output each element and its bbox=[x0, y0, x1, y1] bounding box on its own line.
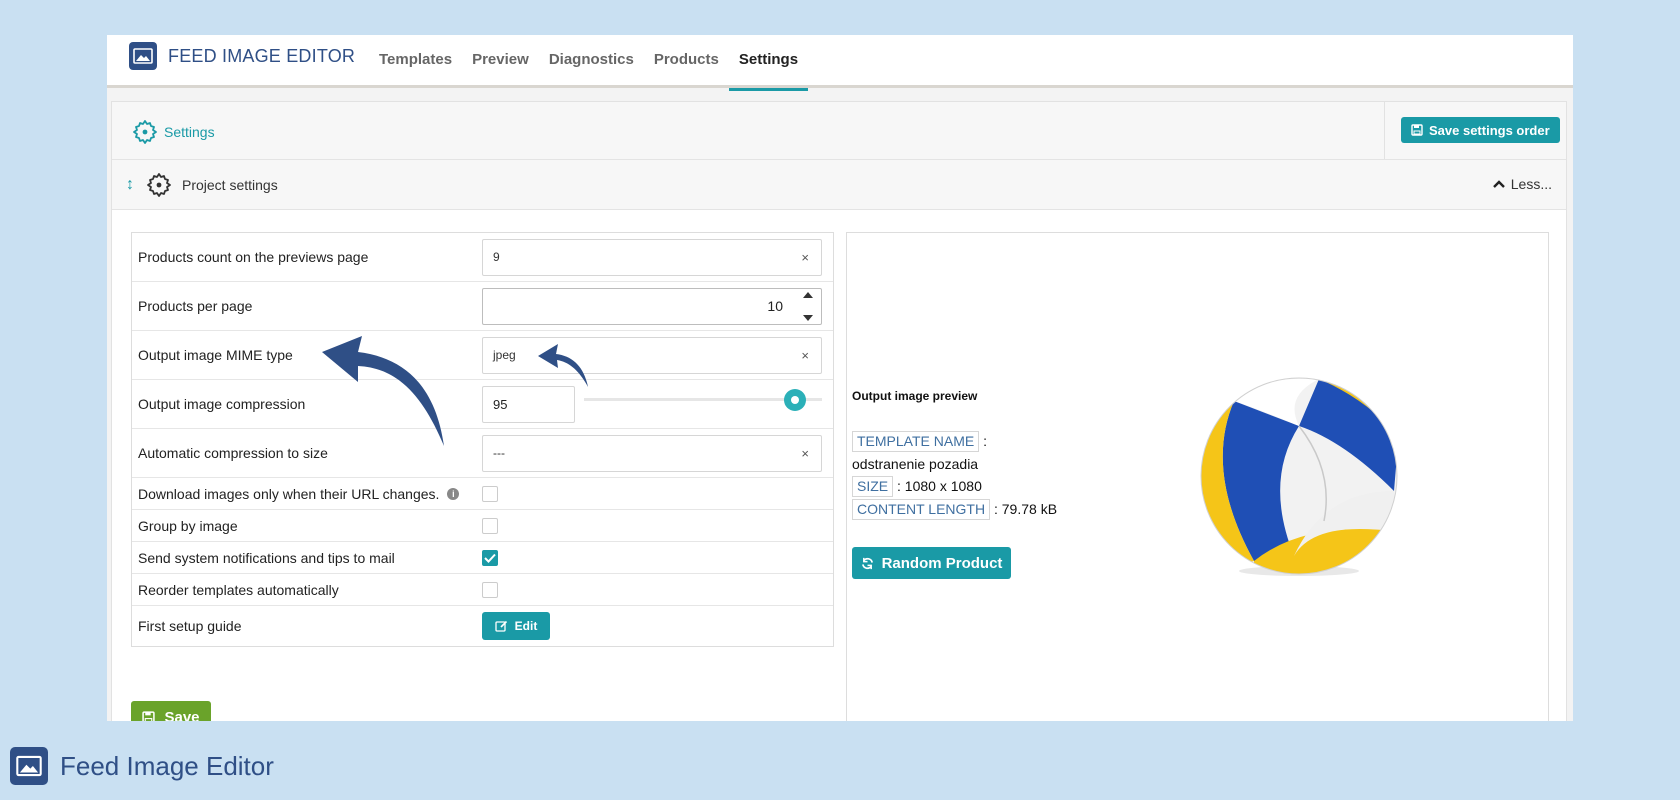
output-preview-panel: Output image preview TEMPLATE NAME : ods… bbox=[846, 232, 1549, 721]
preview-title: Output image preview bbox=[852, 389, 978, 403]
form-label: Reorder templates automatically bbox=[138, 581, 339, 598]
save-button[interactable]: Save bbox=[131, 701, 211, 721]
save-button-label: Save bbox=[164, 708, 200, 722]
download-on-url-change-checkbox[interactable] bbox=[482, 485, 498, 502]
main-nav: Templates Preview Diagnostics Products S… bbox=[369, 35, 809, 91]
compression-slider-thumb[interactable] bbox=[784, 389, 806, 411]
template-name-tag: TEMPLATE NAME bbox=[852, 431, 980, 452]
settings-panel: Settings Save settings order ↕ Project s… bbox=[111, 101, 1567, 721]
select-value: jpeg bbox=[493, 348, 516, 362]
tab-diagnostics[interactable]: Diagnostics bbox=[539, 35, 644, 88]
settings-title: Settings bbox=[132, 119, 215, 145]
check-icon bbox=[484, 553, 496, 563]
top-bar: FEED IMAGE EDITOR Templates Preview Diag… bbox=[107, 35, 1573, 91]
collapse-toggle[interactable]: Less... bbox=[1492, 176, 1552, 192]
form-label: Group by image bbox=[138, 517, 238, 534]
project-settings-title: Project settings bbox=[182, 177, 278, 193]
drag-handle-icon[interactable]: ↕ bbox=[126, 176, 134, 194]
form-row: Output image compression 95 bbox=[132, 380, 833, 429]
size-tag: SIZE bbox=[852, 476, 894, 497]
form-row: Output image MIME type jpeg × bbox=[132, 331, 833, 380]
save-icon bbox=[1411, 124, 1423, 136]
refresh-icon bbox=[861, 557, 873, 569]
random-product-button[interactable]: Random Product bbox=[852, 547, 1011, 579]
edit-icon bbox=[495, 620, 507, 632]
random-product-label: Random Product bbox=[881, 554, 1003, 572]
clear-icon[interactable]: × bbox=[801, 446, 809, 461]
group-by-image-checkbox[interactable] bbox=[482, 517, 498, 534]
settings-title-text: Settings bbox=[164, 124, 215, 140]
tab-settings[interactable]: Settings bbox=[728, 35, 809, 91]
footer-brand: Feed Image Editor bbox=[10, 747, 274, 785]
preview-info: TEMPLATE NAME : odstranenie pozadia SIZE… bbox=[852, 430, 1062, 521]
form-label: Download images only when their URL chan… bbox=[132, 486, 482, 502]
image-icon bbox=[10, 747, 48, 785]
size-value: : 1080 x 1080 bbox=[897, 478, 982, 494]
collapse-toggle-label: Less... bbox=[1510, 176, 1552, 192]
template-name-value: odstranenie pozadia bbox=[852, 456, 979, 472]
save-settings-order-button[interactable]: Save settings order bbox=[1401, 117, 1560, 143]
form-label: First setup guide bbox=[138, 618, 242, 634]
save-icon bbox=[142, 710, 156, 721]
products-per-page-stepper[interactable]: 10 bbox=[482, 287, 822, 325]
tab-preview[interactable]: Preview bbox=[462, 35, 539, 88]
auto-compression-select[interactable]: --- × bbox=[482, 434, 822, 472]
project-settings-header: ↕ Project settings Less... bbox=[112, 160, 1566, 210]
info-icon[interactable]: i bbox=[447, 487, 460, 500]
content-length-tag: CONTENT LENGTH bbox=[852, 499, 991, 520]
settings-form: Products count on the previews page 9 × … bbox=[131, 232, 834, 647]
stepper-value: 10 bbox=[767, 298, 783, 314]
volleyball-image bbox=[1200, 377, 1398, 576]
brand-title: FEED IMAGE EDITOR bbox=[168, 45, 356, 66]
edit-button-label: Edit bbox=[514, 619, 538, 633]
reorder-templates-checkbox[interactable] bbox=[482, 581, 498, 598]
previews-count-select[interactable]: 9 × bbox=[482, 238, 822, 276]
select-value: 9 bbox=[493, 250, 500, 264]
form-label: Automatic compression to size bbox=[138, 445, 328, 461]
mime-type-select[interactable]: jpeg × bbox=[482, 336, 822, 374]
stepper-down-icon[interactable] bbox=[802, 314, 814, 322]
app-window: FEED IMAGE EDITOR Templates Preview Diag… bbox=[107, 35, 1573, 721]
send-notifications-checkbox[interactable] bbox=[482, 549, 498, 566]
form-row: First setup guide Edit bbox=[132, 606, 833, 646]
gear-icon bbox=[147, 173, 171, 197]
form-row: Send system notifications and tips to ma… bbox=[132, 542, 833, 574]
header-divider bbox=[1384, 102, 1385, 159]
footer-title: Feed Image Editor bbox=[60, 750, 274, 781]
compression-input[interactable]: 95 bbox=[482, 385, 575, 423]
form-label: Output image compression bbox=[138, 396, 306, 412]
form-label: Products count on the previews page bbox=[138, 249, 369, 265]
chevron-up-icon bbox=[1492, 179, 1505, 188]
stepper-up-icon[interactable] bbox=[802, 291, 814, 299]
form-row: Automatic compression to size --- × bbox=[132, 429, 833, 478]
save-settings-order-label: Save settings order bbox=[1429, 122, 1550, 138]
form-label: Send system notifications and tips to ma… bbox=[138, 549, 395, 566]
content-length-value: : 79.78 kB bbox=[993, 501, 1058, 517]
form-label-text: Download images only when their URL chan… bbox=[138, 485, 440, 502]
clear-icon[interactable]: × bbox=[801, 250, 809, 265]
tab-products[interactable]: Products bbox=[644, 35, 729, 88]
gear-icon bbox=[133, 120, 157, 144]
form-label: Products per page bbox=[138, 298, 253, 314]
edit-setup-guide-button[interactable]: Edit bbox=[482, 612, 550, 640]
tab-templates[interactable]: Templates bbox=[369, 35, 462, 88]
image-icon bbox=[129, 42, 157, 70]
settings-header: Settings Save settings order bbox=[112, 102, 1566, 160]
form-row: Products per page 10 bbox=[132, 282, 833, 331]
form-row: Download images only when their URL chan… bbox=[132, 478, 833, 510]
form-row: Group by image bbox=[132, 510, 833, 542]
form-label: Output image MIME type bbox=[138, 347, 293, 363]
form-row: Products count on the previews page 9 × bbox=[132, 233, 833, 282]
select-value: --- bbox=[493, 446, 505, 460]
clear-icon[interactable]: × bbox=[801, 348, 809, 363]
form-row: Reorder templates automatically bbox=[132, 574, 833, 606]
brand[interactable]: FEED IMAGE EDITOR bbox=[129, 42, 355, 70]
